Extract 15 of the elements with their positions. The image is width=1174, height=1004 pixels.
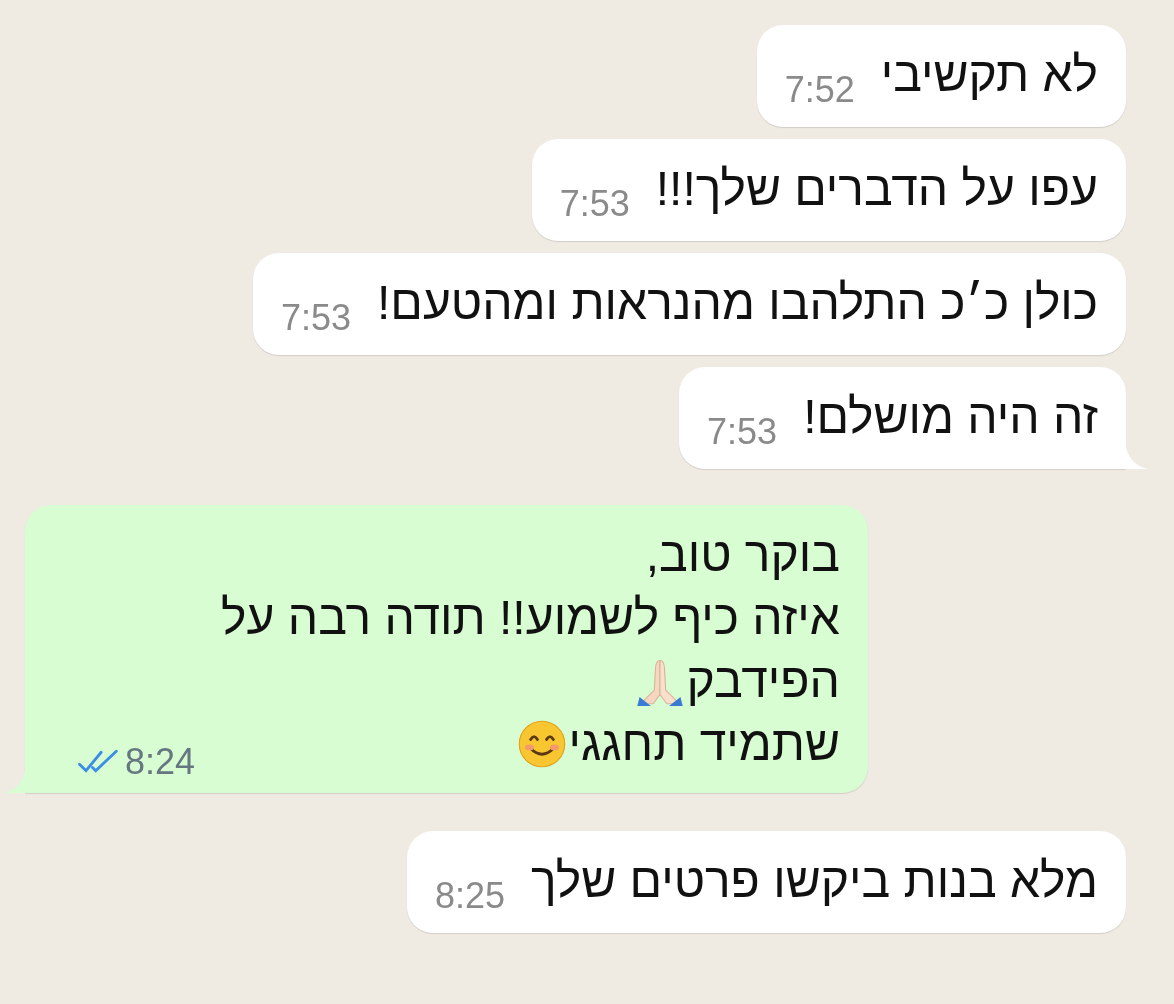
message-time: 7:53 <box>707 411 778 453</box>
message-text: איזה כיף לשמוע!! תודה רבה על <box>221 590 840 646</box>
message-text: בוקר טוב, <box>645 527 840 583</box>
message-text: לא תקשיבי <box>880 47 1098 103</box>
message-time: 7:52 <box>784 69 855 111</box>
message-time: 8:24 <box>125 741 196 783</box>
message-text: שתמיד תחגגי <box>568 716 840 772</box>
message-time: 7:53 <box>559 183 630 225</box>
message-text: עפו על הדברים שלך!!! <box>655 161 1098 217</box>
message-text: כולן כ׳כ התלהבו מהנראות ומהטעם! <box>377 275 1098 331</box>
message-time: 7:53 <box>280 297 351 339</box>
message-text: זה היה מושלם! <box>803 389 1098 445</box>
message-time: 8:25 <box>435 875 506 917</box>
message-text: הפידבק <box>686 653 840 709</box>
message-text: מלא בנות ביקשו פרטים שלך <box>531 853 1098 909</box>
